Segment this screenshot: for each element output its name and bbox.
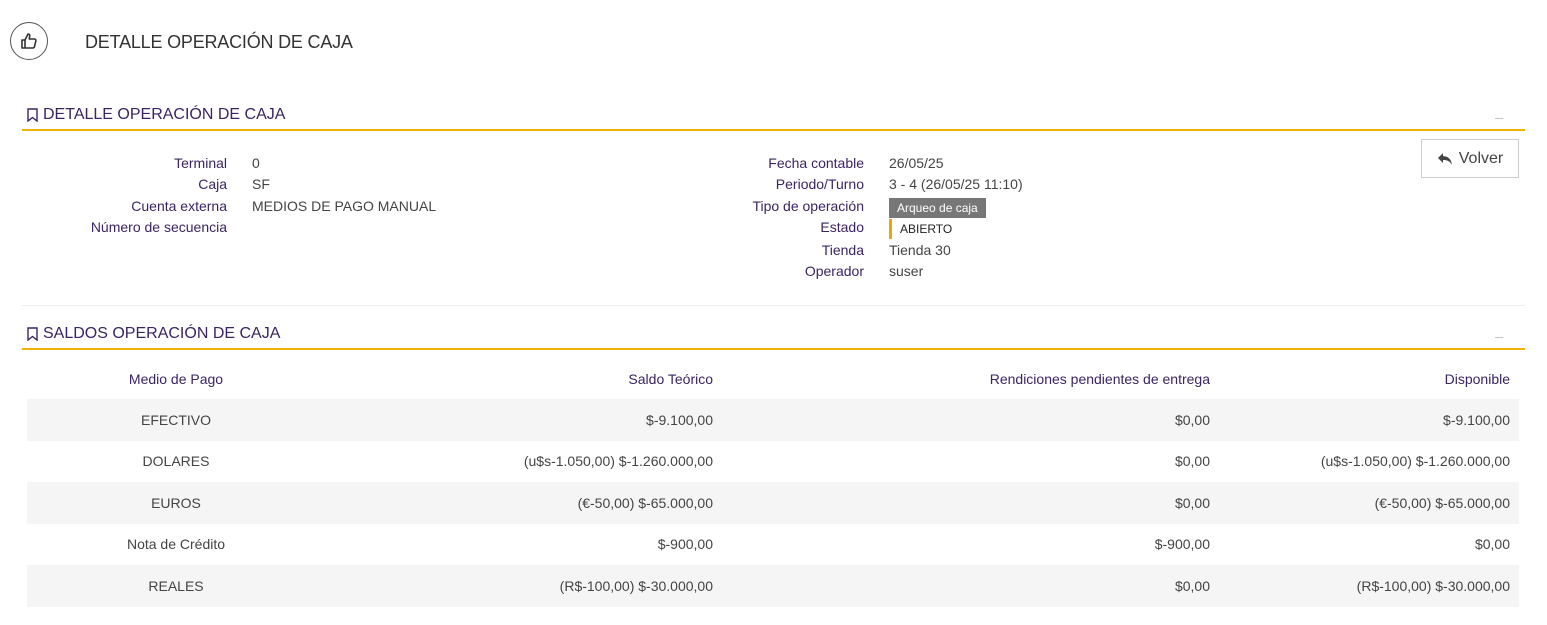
cell-medio-pago: REALES (148, 577, 204, 594)
cell-disponible: $-9.100,00 (1443, 411, 1510, 428)
cell-disponible: (u$s-1.050,00) $-1.260.000,00 (1320, 453, 1510, 470)
terminal-value: 0 (252, 155, 260, 171)
column-header-rendiciones: Rendiciones pendientes de entrega (989, 370, 1210, 387)
tipo-operacion-badge: Arqueo de caja (889, 198, 986, 218)
table-row: EUROS (€-50,00) $-65.000,00 $0,00 (€-50,… (27, 482, 1519, 524)
volver-button[interactable]: Volver (1421, 139, 1519, 178)
detalle-section-header: DETALLE OPERACIÓN DE CAJA _ (22, 101, 1525, 131)
saldos-section-header: SALDOS OPERACIÓN DE CAJA _ (22, 320, 1525, 350)
cell-rendiciones: $0,00 (1174, 494, 1210, 511)
cell-saldo-teorico: $-9.100,00 (646, 411, 713, 428)
table-row: REALES (R$-100,00) $-30.000,00 $0,00 (R$… (27, 565, 1519, 607)
volver-label: Volver (1458, 149, 1504, 167)
cell-disponible: $0,00 (1474, 536, 1510, 553)
detalle-section-title: DETALLE OPERACIÓN DE CAJA (43, 106, 286, 123)
cell-rendiciones: $-900,00 (1154, 536, 1210, 553)
caja-label: Caja (198, 176, 227, 192)
saldos-section-title: SALDOS OPERACIÓN DE CAJA (43, 325, 281, 342)
tipo-operacion-label: Tipo de operación (752, 198, 864, 214)
column-header-saldo-teorico: Saldo Teórico (628, 370, 713, 387)
page-title: DETALLE OPERACIÓN DE CAJA (85, 32, 353, 52)
table-header-row: Medio de Pago Saldo Teórico Rendiciones … (27, 358, 1519, 399)
cell-medio-pago: Nota de Crédito (126, 536, 226, 553)
cell-saldo-teorico: (R$-100,00) $-30.000,00 (559, 577, 713, 594)
table-row: EFECTIVO $-9.100,00 $0,00 $-9.100,00 (27, 399, 1519, 441)
table-row: Nota de Crédito $-900,00 $-900,00 $0,00 (27, 524, 1519, 566)
periodo-turno-label: Periodo/Turno (775, 176, 864, 192)
cell-disponible: (€-50,00) $-65.000,00 (1374, 494, 1510, 511)
estado-status-badge: ABIERTO (889, 219, 952, 239)
cell-saldo-teorico: $-900,00 (657, 536, 713, 553)
cuenta-externa-value: MEDIOS DE PAGO MANUAL (252, 198, 437, 214)
section-divider (22, 305, 1525, 306)
saldos-collapse-button[interactable]: _ (1495, 322, 1503, 338)
cell-rendiciones: $0,00 (1174, 453, 1210, 470)
operador-label: Operador (804, 263, 864, 279)
table-row: DOLARES (u$s-1.050,00) $-1.260.000,00 $0… (27, 441, 1519, 483)
detalle-section-title-wrap: DETALLE OPERACIÓN DE CAJA (26, 106, 285, 124)
bookmark-icon (27, 108, 38, 122)
column-header-disponible: Disponible (1444, 370, 1510, 387)
bookmark-icon (27, 327, 38, 341)
cell-disponible: (R$-100,00) $-30.000,00 (1356, 577, 1510, 594)
tienda-value: Tienda 30 (889, 242, 951, 258)
cell-medio-pago: EUROS (151, 494, 201, 511)
caja-value: SF (252, 176, 270, 192)
cell-saldo-teorico: (u$s-1.050,00) $-1.260.000,00 (523, 453, 713, 470)
cell-medio-pago: DOLARES (142, 453, 210, 470)
cell-medio-pago: EFECTIVO (140, 411, 211, 428)
column-header-medio-pago: Medio de Pago (128, 370, 224, 387)
periodo-turno-value: 3 - 4 (26/05/25 11:10) (889, 176, 1023, 192)
detalle-collapse-button[interactable]: _ (1495, 103, 1503, 119)
page-header (10, 22, 48, 60)
terminal-label: Terminal (174, 155, 227, 171)
saldos-section-title-wrap: SALDOS OPERACIÓN DE CAJA (26, 325, 280, 343)
saldos-table: Medio de Pago Saldo Teórico Rendiciones … (27, 358, 1519, 607)
thumbs-up-icon (10, 22, 48, 60)
fecha-contable-value: 26/05/25 (889, 155, 944, 171)
cuenta-externa-label: Cuenta externa (131, 198, 227, 214)
estado-label: Estado (820, 219, 864, 235)
cell-rendiciones: $0,00 (1174, 411, 1210, 428)
operador-value: suser (889, 263, 924, 279)
fecha-contable-label: Fecha contable (768, 155, 864, 171)
reply-icon (1437, 152, 1452, 165)
cell-rendiciones: $0,00 (1174, 577, 1210, 594)
tienda-label: Tienda (821, 242, 864, 258)
numero-secuencia-label: Número de secuencia (90, 219, 227, 235)
cell-saldo-teorico: (€-50,00) $-65.000,00 (577, 494, 713, 511)
